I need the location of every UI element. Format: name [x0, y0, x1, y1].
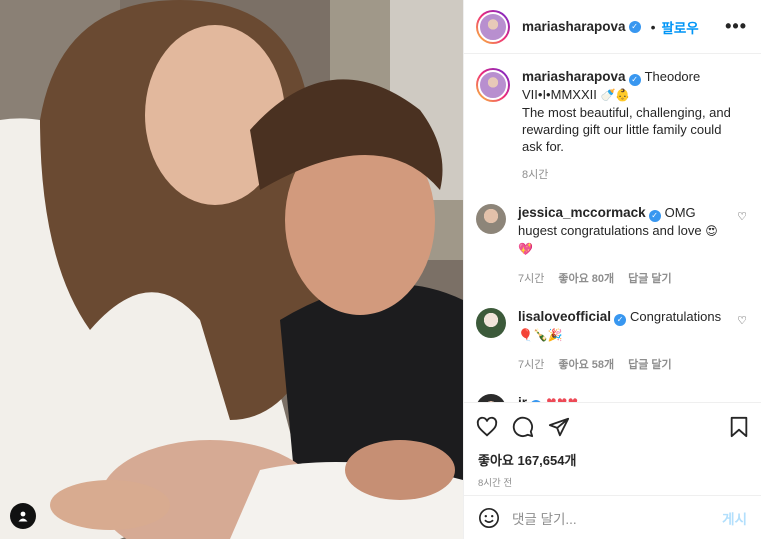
- send-icon[interactable]: [548, 416, 570, 438]
- caption-time[interactable]: 8시간: [522, 167, 732, 184]
- separator-dot: •: [650, 18, 656, 35]
- bookmark-icon[interactable]: [729, 416, 749, 438]
- user-tag-button[interactable]: [10, 503, 36, 529]
- more-options-icon[interactable]: •••: [725, 16, 747, 37]
- comment-emoji: ♥♥♥: [546, 396, 578, 402]
- add-comment-bar: 댓글 달기... 게시: [464, 495, 761, 539]
- comment-likes[interactable]: 좋아요 80개: [558, 271, 614, 288]
- comment-time[interactable]: 7시간: [518, 357, 544, 374]
- post-comment-button[interactable]: 게시: [722, 508, 747, 528]
- instagram-post: mariasharapova ✓ • 팔로우 ••• mariasharapov…: [0, 0, 761, 539]
- comment-username[interactable]: jr: [518, 395, 527, 402]
- comment-like-icon[interactable]: ♡: [737, 314, 747, 327]
- post-sidebar: mariasharapova ✓ • 팔로우 ••• mariasharapov…: [463, 0, 761, 539]
- comment-like-icon[interactable]: ♡: [737, 210, 747, 223]
- follow-button[interactable]: 팔로우: [661, 17, 698, 37]
- post-header: mariasharapova ✓ • 팔로우 •••: [464, 0, 761, 54]
- comments-list[interactable]: mariasharapova ✓ Theodore VII•I•MMXXII 🍼👶 …: [464, 54, 761, 402]
- action-bar: [464, 402, 761, 450]
- comment-icon[interactable]: [512, 416, 534, 438]
- reply-button[interactable]: 답글 달기: [628, 357, 672, 374]
- caption: mariasharapova ✓ Theodore VII•I•MMXXII 🍼👶 …: [476, 68, 747, 184]
- post-image: [0, 0, 463, 539]
- comment-avatar[interactable]: [476, 394, 506, 402]
- verified-badge-icon: ✓: [628, 20, 641, 33]
- comment-avatar[interactable]: [476, 204, 506, 234]
- comment-emoji: 🎈🍾🎉: [518, 328, 563, 342]
- caption-avatar[interactable]: [476, 68, 510, 102]
- comment-text: Congratulations: [630, 309, 722, 324]
- comment-item: jessica_mccormack ✓ OMG hugest congratulat…: [476, 204, 747, 288]
- reply-button[interactable]: 답글 달기: [628, 271, 672, 288]
- verified-badge-icon: ✓: [648, 210, 661, 222]
- comment-input[interactable]: 댓글 달기...: [512, 508, 577, 528]
- post-photo[interactable]: [0, 0, 463, 539]
- avatar[interactable]: [476, 9, 510, 44]
- verified-badge-icon: ✓: [530, 400, 543, 402]
- caption-username[interactable]: mariasharapova: [522, 69, 626, 84]
- header-username[interactable]: mariasharapova: [522, 19, 626, 34]
- comment-item: jr✓♥♥♥ ♡: [476, 394, 747, 402]
- caption-emoji: 🍼👶: [600, 88, 631, 102]
- comment-avatar[interactable]: [476, 308, 506, 338]
- likes-count[interactable]: 좋아요 167,654개: [464, 450, 761, 469]
- caption-body: The most beautiful, challenging, and rew…: [522, 105, 731, 154]
- posted-time[interactable]: 8시간 전: [464, 469, 761, 495]
- comment-username[interactable]: jessica_mccormack: [518, 205, 646, 220]
- comment-time[interactable]: 7시간: [518, 271, 544, 288]
- comment-item: lisaloveofficial ✓ Congratulations 🎈🍾🎉 7시간…: [476, 308, 747, 374]
- user-tag-icon: [18, 511, 28, 522]
- smiley-icon[interactable]: [478, 507, 500, 529]
- verified-badge-icon: ✓: [628, 74, 641, 86]
- verified-badge-icon: ✓: [614, 314, 627, 326]
- comment-username[interactable]: lisaloveofficial: [518, 309, 611, 324]
- heart-icon[interactable]: [476, 416, 498, 438]
- comment-likes[interactable]: 좋아요 58개: [558, 357, 614, 374]
